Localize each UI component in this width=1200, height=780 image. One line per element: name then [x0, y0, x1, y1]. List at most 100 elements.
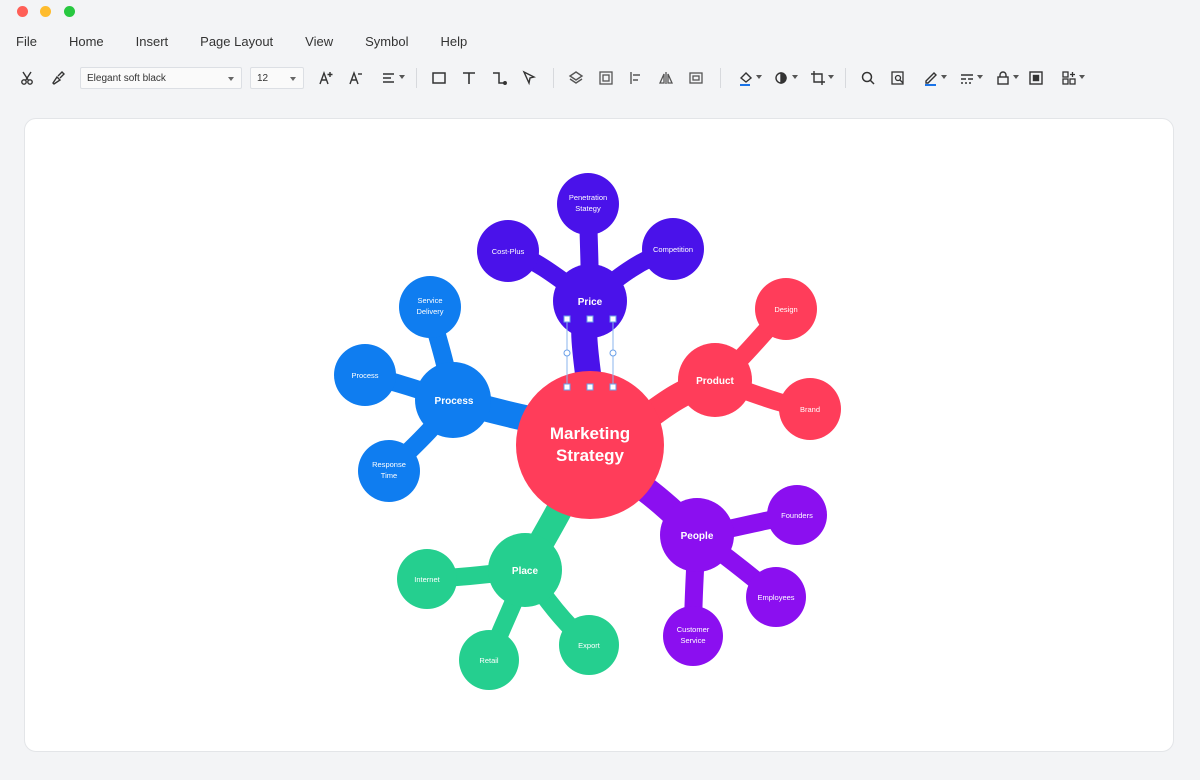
text-icon [463, 72, 475, 84]
resize-handle[interactable] [563, 383, 571, 391]
resize-handle[interactable] [609, 383, 617, 391]
format-painter-button[interactable] [44, 64, 72, 92]
node-process-leaf[interactable]: Process [351, 371, 378, 380]
resize-handle[interactable] [586, 383, 594, 391]
chevron-down-icon [977, 75, 983, 79]
connector-icon [493, 72, 507, 85]
size-button[interactable] [682, 64, 710, 92]
layers-icon [568, 71, 584, 84]
node-competition[interactable]: Competition [653, 245, 693, 254]
lock-button[interactable] [986, 64, 1020, 92]
chevron-down-icon [756, 75, 762, 79]
search-button[interactable] [854, 64, 882, 92]
node-product[interactable]: Product [696, 376, 734, 387]
resize-icon [689, 72, 703, 84]
node-brand[interactable]: Brand [800, 405, 820, 414]
shadow-button[interactable] [765, 64, 799, 92]
line-style-icon [961, 74, 973, 84]
zoom-window-button[interactable] [64, 6, 75, 17]
select-tool-button[interactable] [515, 64, 543, 92]
pointer-icon [522, 70, 537, 86]
mind-map: Penetration Stategy Cost-Plus Competition… [334, 173, 841, 690]
connector-handle[interactable] [609, 349, 617, 357]
toolbar-divider [720, 68, 721, 88]
toolbar: Elegant soft black 12 [0, 58, 1200, 98]
more-tools-button[interactable] [1052, 64, 1086, 92]
flip-icon [658, 72, 674, 84]
find-replace-button[interactable] [884, 64, 912, 92]
cut-button[interactable] [14, 64, 42, 92]
shape-tool-button[interactable] [425, 64, 453, 92]
font-decrease-icon [349, 70, 362, 85]
scissors-icon [21, 71, 33, 85]
toolbar-divider [845, 68, 846, 88]
node-place[interactable]: Place [512, 566, 539, 577]
menu-home[interactable]: Home [69, 34, 104, 49]
shadow-icon [775, 72, 787, 84]
node-price[interactable]: Price [578, 297, 603, 308]
branch-price[interactable]: Penetration Stategy Cost-Plus Competition… [477, 173, 704, 402]
crop-button[interactable] [801, 64, 835, 92]
branch-process[interactable]: Service Delivery Process Response Time Pro… [334, 276, 543, 502]
font-increase-icon [319, 70, 333, 85]
search-icon [861, 71, 875, 85]
node-people[interactable]: People [681, 531, 714, 542]
align-objects-icon [630, 72, 640, 84]
menu-help[interactable]: Help [440, 34, 467, 49]
node-cost-plus[interactable]: Cost-Plus [492, 247, 525, 256]
chevron-down-icon [399, 75, 405, 79]
rectangle-icon [432, 72, 446, 84]
resize-handle[interactable] [609, 315, 617, 323]
node-design[interactable]: Design [774, 305, 797, 314]
paint-brush-icon [52, 71, 65, 85]
close-window-button[interactable] [17, 6, 28, 17]
node-internet[interactable]: Internet [414, 575, 440, 584]
text-tool-button[interactable] [455, 64, 483, 92]
font-family-select[interactable]: Elegant soft black [80, 67, 242, 89]
resize-handle[interactable] [563, 315, 571, 323]
node-retail[interactable]: Retail [479, 656, 499, 665]
more-tools-icon [1062, 71, 1076, 85]
toolbar-divider [416, 68, 417, 88]
toolbar-divider [553, 68, 554, 88]
decrease-font-button[interactable] [342, 64, 370, 92]
text-align-button[interactable] [372, 64, 406, 92]
connector-tool-button[interactable] [485, 64, 513, 92]
lock-icon [997, 71, 1009, 85]
central-topic[interactable]: Marketing Strategy [516, 371, 664, 519]
drawing-canvas[interactable]: Penetration Stategy Cost-Plus Competition… [24, 118, 1174, 752]
menu-bar: File Home Insert Page Layout View Symbol… [0, 26, 1200, 56]
chevron-down-icon [1013, 75, 1019, 79]
fit-page-button[interactable] [1022, 64, 1050, 92]
branch-people[interactable]: Founders Employees Customer Service Peopl… [632, 476, 827, 666]
flip-button[interactable] [652, 64, 680, 92]
chevron-down-icon [228, 77, 234, 81]
node-process[interactable]: Process [435, 396, 474, 407]
menu-symbol[interactable]: Symbol [365, 34, 408, 49]
paint-bucket-icon [739, 72, 753, 86]
minimize-window-button[interactable] [40, 6, 51, 17]
connector-handle[interactable] [563, 349, 571, 357]
line-style-button[interactable] [950, 64, 984, 92]
increase-font-button[interactable] [312, 64, 340, 92]
align-button[interactable] [622, 64, 650, 92]
layers-button[interactable] [562, 64, 590, 92]
node-founders[interactable]: Founders [781, 511, 813, 520]
branch-place[interactable]: Internet Retail Export Place [397, 486, 619, 690]
resize-handle[interactable] [586, 315, 594, 323]
crop-icon [811, 71, 825, 85]
fill-color-button[interactable] [729, 64, 763, 92]
menu-view[interactable]: View [305, 34, 333, 49]
menu-file[interactable]: File [16, 34, 37, 49]
node-export[interactable]: Export [578, 641, 601, 650]
font-size-select[interactable]: 12 [250, 67, 304, 89]
menu-insert[interactable]: Insert [136, 34, 169, 49]
pen-icon [925, 72, 937, 86]
font-family-value: Elegant soft black [87, 72, 166, 84]
line-color-button[interactable] [914, 64, 948, 92]
node-employees[interactable]: Employees [757, 593, 794, 602]
group-button[interactable] [592, 64, 620, 92]
group-icon [599, 71, 613, 85]
menu-page-layout[interactable]: Page Layout [200, 34, 273, 49]
branch-product[interactable]: Design Brand Product [632, 278, 841, 440]
